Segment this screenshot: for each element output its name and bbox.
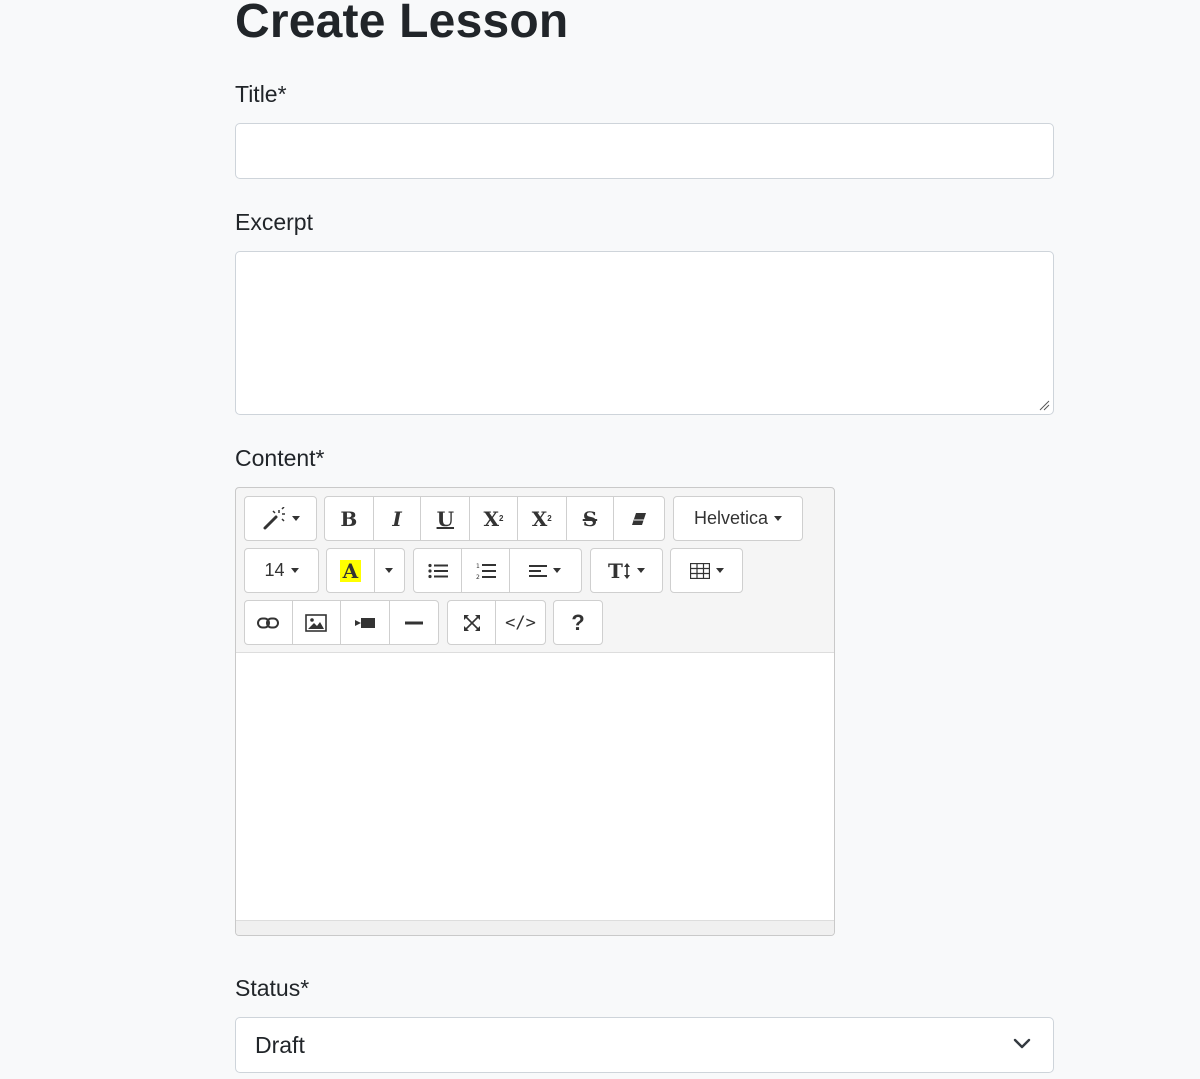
superscript-button[interactable]: X2 [470,497,518,540]
video-icon [354,617,375,628]
italic-button[interactable]: I [374,497,422,540]
color-dropdown-button[interactable] [375,549,404,592]
paragraph-group: 1 2 [413,548,582,593]
horizontal-rule-icon [404,621,423,624]
excerpt-label: Excerpt [235,209,313,235]
highlight-color-button[interactable]: A [327,549,375,592]
chevron-down-icon [385,568,394,573]
line-height-arrows-icon [623,562,630,579]
unordered-list-button[interactable] [414,549,463,592]
ordered-list-button[interactable]: 1 2 [462,549,510,592]
font-size-dropdown[interactable]: 14 [245,549,318,592]
subscript-marker: 2 [547,514,552,523]
chevron-down-icon [553,568,562,573]
fullscreen-icon [463,614,480,631]
resize-grip-icon[interactable] [1038,399,1050,411]
highlight-a-icon: A [339,559,362,582]
chevron-down-icon [636,568,645,573]
table-icon [689,562,710,579]
eraser-icon [632,512,647,525]
align-icon [529,564,548,577]
svg-text:2: 2 [476,574,480,580]
superscript-marker: 2 [499,514,504,523]
table-dropdown-button[interactable] [671,549,742,592]
editor-content-area[interactable] [236,653,834,921]
rich-text-editor: B I U X2 X2 S Helvetica 14 A 1 2 T </> ? [235,487,835,936]
chevron-down-icon [1013,1038,1031,1049]
style-group [244,496,317,541]
chevron-down-icon [290,568,299,573]
status-label: Status* [235,975,310,1001]
subscript-button[interactable]: X2 [518,497,567,540]
content-label: Content* [235,445,325,471]
editor-toolbar: B I U X2 X2 S Helvetica 14 A 1 2 T </> ? [236,488,834,653]
link-button[interactable] [245,601,293,644]
align-dropdown-button[interactable] [510,549,581,592]
color-group: A [326,548,405,593]
font-size-group: 14 [244,548,319,593]
fullscreen-button[interactable] [448,601,497,644]
help-icon: ? [571,609,585,635]
bold-button[interactable]: B [325,497,374,540]
font-style-group: B I U X2 X2 S [324,496,665,541]
video-button[interactable] [341,601,390,644]
ordered-list-icon: 1 2 [476,563,496,580]
help-group: ? [553,600,603,645]
title-label: Title* [235,81,287,107]
link-icon [257,617,280,628]
chevron-down-icon [774,516,783,521]
help-button[interactable]: ? [554,601,602,644]
picture-button[interactable] [293,601,342,644]
picture-icon [305,613,328,632]
view-group: </> [447,600,546,645]
chevron-down-icon [291,516,300,521]
page-title: Create Lesson [235,0,569,48]
strikethrough-button[interactable]: S [567,497,615,540]
line-height-dropdown[interactable]: T [591,549,662,592]
svg-text:1: 1 [476,563,480,570]
chevron-down-icon [715,568,724,573]
horizontal-rule-button[interactable] [390,601,438,644]
editor-resize-bar[interactable] [236,920,834,935]
underline-button[interactable]: U [421,497,471,540]
title-input[interactable] [235,123,1054,179]
excerpt-textarea[interactable] [235,251,1054,415]
clear-format-button[interactable] [614,497,664,540]
unordered-list-icon [428,563,448,578]
style-dropdown-button[interactable] [245,497,316,540]
status-select[interactable]: Draft [235,1017,1054,1073]
code-view-icon: </> [505,612,536,633]
font-name-dropdown[interactable]: Helvetica [674,497,802,540]
line-height-group: T [590,548,663,593]
table-group [670,548,743,593]
magic-wand-icon [263,506,285,529]
status-selected-value: Draft [255,1031,305,1058]
code-view-button[interactable]: </> [496,601,545,644]
insert-group [244,600,439,645]
font-name-group: Helvetica [673,496,803,541]
